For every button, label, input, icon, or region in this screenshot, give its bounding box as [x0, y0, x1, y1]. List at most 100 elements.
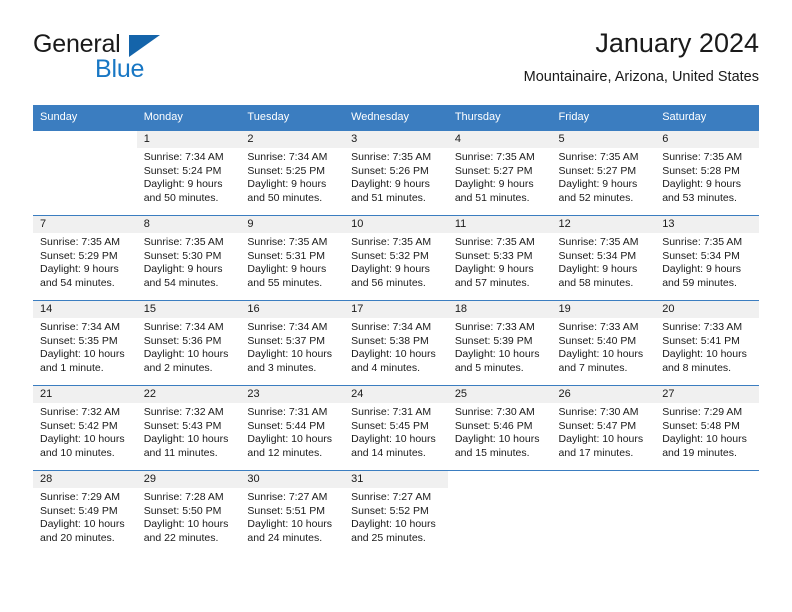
day-number: 13	[655, 216, 759, 233]
weekday-header-wednesday: Wednesday	[344, 105, 448, 131]
day-cell[interactable]: 26 Sunrise: 7:30 AM Sunset: 5:47 PM Dayligh…	[551, 386, 656, 470]
daylight-text: and 8 minutes.	[662, 361, 732, 374]
day-details: Sunrise: 7:35 AM Sunset: 5:27 PM Daylight:…	[552, 148, 656, 205]
day-cell-empty	[33, 131, 137, 215]
page-subtitle: Mountainaire, Arizona, United States	[523, 69, 759, 85]
sunrise-text: Sunrise: 7:35 AM	[558, 151, 639, 163]
day-number	[33, 131, 137, 148]
day-cell[interactable]: 15 Sunrise: 7:34 AM Sunset: 5:36 PM Dayligh…	[136, 301, 241, 385]
calendar-week-row: 14 Sunrise: 7:34 AM Sunset: 5:35 PM Dayligh…	[33, 300, 759, 386]
day-cell[interactable]: 5 Sunrise: 7:35 AM Sunset: 5:27 PM Daylight…	[551, 131, 656, 215]
day-cell[interactable]: 27 Sunrise: 7:29 AM Sunset: 5:48 PM Dayligh…	[655, 386, 759, 470]
day-details: Sunrise: 7:35 AM Sunset: 5:31 PM Daylight:…	[240, 233, 344, 290]
calendar-page: General Blue January 2024 Mountainaire, …	[0, 0, 792, 612]
sunrise-text: Sunrise: 7:29 AM	[662, 406, 743, 418]
sunset-text: Sunset: 5:27 PM	[558, 164, 637, 177]
page-header: General Blue January 2024 Mountainaire, …	[33, 26, 759, 98]
day-cell[interactable]: 10 Sunrise: 7:35 AM Sunset: 5:32 PM Dayligh…	[344, 216, 448, 300]
day-cell[interactable]: 22 Sunrise: 7:32 AM Sunset: 5:43 PM Dayligh…	[136, 386, 241, 470]
day-cell[interactable]: 14 Sunrise: 7:34 AM Sunset: 5:35 PM Dayligh…	[33, 301, 137, 385]
day-cell[interactable]: 24 Sunrise: 7:31 AM Sunset: 5:45 PM Dayligh…	[344, 386, 448, 470]
day-cell[interactable]: 16 Sunrise: 7:34 AM Sunset: 5:37 PM Dayligh…	[240, 301, 345, 385]
day-number	[655, 471, 759, 488]
day-cell[interactable]: 29 Sunrise: 7:28 AM Sunset: 5:50 PM Dayligh…	[136, 471, 241, 555]
calendar-cell: 5 Sunrise: 7:35 AM Sunset: 5:27 PM Daylight…	[551, 130, 656, 216]
day-cell[interactable]: 13 Sunrise: 7:35 AM Sunset: 5:34 PM Dayligh…	[655, 216, 759, 300]
day-details: Sunrise: 7:30 AM Sunset: 5:46 PM Daylight:…	[448, 403, 552, 460]
day-cell[interactable]: 4 Sunrise: 7:35 AM Sunset: 5:27 PM Daylight…	[447, 131, 552, 215]
daylight-text: Daylight: 10 hours	[143, 348, 229, 361]
calendar-cell: 4 Sunrise: 7:35 AM Sunset: 5:27 PM Daylight…	[447, 130, 552, 216]
calendar-cell: 7 Sunrise: 7:35 AM Sunset: 5:29 PM Daylight…	[33, 215, 137, 301]
day-cell-empty	[447, 471, 552, 555]
day-details: Sunrise: 7:35 AM Sunset: 5:27 PM Daylight:…	[448, 148, 552, 205]
calendar-cell: 13 Sunrise: 7:35 AM Sunset: 5:34 PM Dayligh…	[655, 215, 759, 301]
sunset-text: Sunset: 5:29 PM	[40, 249, 118, 262]
calendar-cell: 3 Sunrise: 7:35 AM Sunset: 5:26 PM Daylight…	[344, 130, 448, 216]
daylight-text: and 53 minutes.	[662, 191, 737, 204]
daylight-text: and 5 minutes.	[454, 361, 524, 374]
day-cell[interactable]: 17 Sunrise: 7:34 AM Sunset: 5:38 PM Dayligh…	[344, 301, 448, 385]
day-details: Sunrise: 7:35 AM Sunset: 5:29 PM Daylight:…	[33, 233, 137, 290]
day-number: 18	[447, 301, 552, 318]
calendar-cell: 21 Sunrise: 7:32 AM Sunset: 5:42 PM Dayligh…	[33, 385, 137, 471]
calendar-cell: 26 Sunrise: 7:30 AM Sunset: 5:47 PM Dayligh…	[551, 385, 656, 471]
day-cell[interactable]: 7 Sunrise: 7:35 AM Sunset: 5:29 PM Daylight…	[33, 216, 137, 300]
calendar-cell: 19 Sunrise: 7:33 AM Sunset: 5:40 PM Dayligh…	[551, 300, 656, 386]
sunrise-text: Sunrise: 7:30 AM	[454, 406, 535, 418]
day-number: 23	[240, 386, 345, 403]
calendar-week-row: 1 Sunrise: 7:34 AM Sunset: 5:24 PM Daylight…	[33, 130, 759, 216]
daylight-text: and 54 minutes.	[40, 276, 115, 289]
day-cell[interactable]: 30 Sunrise: 7:27 AM Sunset: 5:51 PM Dayligh…	[240, 471, 345, 555]
day-cell[interactable]: 25 Sunrise: 7:30 AM Sunset: 5:46 PM Dayligh…	[447, 386, 552, 470]
day-details: Sunrise: 7:34 AM Sunset: 5:35 PM Daylight:…	[33, 318, 137, 375]
sunrise-text: Sunrise: 7:34 AM	[247, 151, 328, 163]
daylight-text: Daylight: 10 hours	[247, 348, 333, 361]
day-cell[interactable]: 12 Sunrise: 7:35 AM Sunset: 5:34 PM Dayligh…	[551, 216, 656, 300]
day-cell[interactable]: 31 Sunrise: 7:27 AM Sunset: 5:52 PM Dayligh…	[344, 471, 448, 555]
general-blue-logo[interactable]: General Blue	[33, 30, 243, 86]
calendar-cell	[655, 470, 759, 555]
sunset-text: Sunset: 5:51 PM	[247, 504, 326, 517]
day-cell[interactable]: 21 Sunrise: 7:32 AM Sunset: 5:42 PM Dayligh…	[33, 386, 137, 470]
day-cell[interactable]: 9 Sunrise: 7:35 AM Sunset: 5:31 PM Daylight…	[240, 216, 345, 300]
calendar-cell: 29 Sunrise: 7:28 AM Sunset: 5:50 PM Dayligh…	[136, 470, 241, 555]
day-details: Sunrise: 7:31 AM Sunset: 5:44 PM Daylight:…	[240, 403, 344, 460]
sunset-text: Sunset: 5:38 PM	[351, 334, 429, 347]
daylight-text: and 51 minutes.	[351, 191, 426, 204]
day-details: Sunrise: 7:35 AM Sunset: 5:30 PM Daylight:…	[137, 233, 241, 290]
daylight-text: Daylight: 10 hours	[351, 433, 436, 446]
daylight-text: and 25 minutes.	[351, 531, 426, 544]
calendar-cell: 23 Sunrise: 7:31 AM Sunset: 5:44 PM Dayligh…	[240, 385, 345, 471]
day-cell[interactable]: 28 Sunrise: 7:29 AM Sunset: 5:49 PM Dayligh…	[33, 471, 137, 555]
daylight-text: Daylight: 10 hours	[351, 348, 436, 361]
day-cell[interactable]: 19 Sunrise: 7:33 AM Sunset: 5:40 PM Dayligh…	[551, 301, 656, 385]
day-cell[interactable]: 1 Sunrise: 7:34 AM Sunset: 5:24 PM Daylight…	[136, 131, 241, 215]
logo-text-blue: Blue	[95, 55, 145, 83]
day-number: 6	[655, 131, 759, 148]
daylight-text: Daylight: 9 hours	[351, 178, 430, 191]
day-number	[447, 471, 552, 488]
day-cell[interactable]: 2 Sunrise: 7:34 AM Sunset: 5:25 PM Daylight…	[240, 131, 345, 215]
sunrise-text: Sunrise: 7:27 AM	[247, 491, 328, 503]
day-cell[interactable]: 20 Sunrise: 7:33 AM Sunset: 5:41 PM Dayligh…	[655, 301, 759, 385]
daylight-text: and 12 minutes.	[247, 446, 323, 459]
day-number: 21	[33, 386, 137, 403]
daylight-text: and 24 minutes.	[247, 531, 323, 544]
day-details: Sunrise: 7:34 AM Sunset: 5:36 PM Daylight:…	[137, 318, 241, 375]
calendar-cell: 16 Sunrise: 7:34 AM Sunset: 5:37 PM Dayligh…	[240, 300, 345, 386]
day-number: 4	[447, 131, 552, 148]
daylight-text: Daylight: 10 hours	[247, 433, 333, 446]
day-number: 17	[344, 301, 448, 318]
day-cell[interactable]: 23 Sunrise: 7:31 AM Sunset: 5:44 PM Dayligh…	[240, 386, 345, 470]
day-cell[interactable]: 3 Sunrise: 7:35 AM Sunset: 5:26 PM Daylight…	[344, 131, 448, 215]
sunset-text: Sunset: 5:43 PM	[143, 419, 222, 432]
daylight-text: and 10 minutes.	[40, 446, 115, 459]
day-cell[interactable]: 18 Sunrise: 7:33 AM Sunset: 5:39 PM Dayligh…	[447, 301, 552, 385]
day-cell[interactable]: 11 Sunrise: 7:35 AM Sunset: 5:33 PM Dayligh…	[447, 216, 552, 300]
day-details: Sunrise: 7:34 AM Sunset: 5:24 PM Daylight:…	[137, 148, 241, 205]
day-cell[interactable]: 6 Sunrise: 7:35 AM Sunset: 5:28 PM Daylight…	[655, 131, 759, 215]
day-cell[interactable]: 8 Sunrise: 7:35 AM Sunset: 5:30 PM Daylight…	[136, 216, 241, 300]
day-details: Sunrise: 7:33 AM Sunset: 5:39 PM Daylight:…	[448, 318, 552, 375]
sunrise-text: Sunrise: 7:31 AM	[351, 406, 432, 418]
